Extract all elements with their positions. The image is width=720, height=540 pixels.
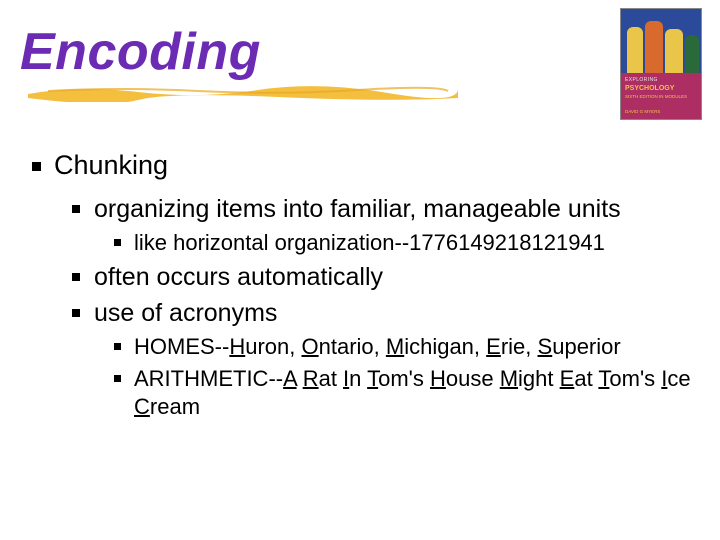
bullet-organizing: organizing items into familiar, manageab…	[72, 193, 698, 225]
bullet-text: organizing items into familiar, manageab…	[94, 195, 621, 223]
book-cover-text: EXPLORING PSYCHOLOGY SIXTH EDITION IN MO…	[621, 75, 701, 117]
slide-title: Encoding	[20, 22, 261, 82]
bullet-icon	[32, 162, 41, 171]
bullet-icon	[114, 375, 121, 382]
book-cover-art	[621, 9, 701, 73]
title-underline-brush	[28, 82, 458, 102]
bullet-homes: HOMES--Huron, Ontario, Michigan, Erie, S…	[114, 333, 698, 361]
bullet-arithmetic: ARITHMETIC--A Rat In Tom's House Might E…	[114, 365, 698, 421]
bullet-icon	[114, 239, 121, 246]
textbook-cover-thumbnail: EXPLORING PSYCHOLOGY SIXTH EDITION IN MO…	[620, 8, 702, 120]
bullet-text: often occurs automatically	[94, 263, 383, 291]
bullet-text: like horizontal organization--1776149218…	[134, 230, 605, 255]
bullet-text: use of acronyms	[94, 299, 277, 327]
bullet-horizontal-org: like horizontal organization--1776149218…	[114, 229, 698, 257]
bullet-chunking: Chunking	[32, 150, 698, 181]
bullet-acronyms: use of acronyms	[72, 297, 698, 329]
bullet-icon	[72, 205, 80, 213]
bullet-icon	[72, 273, 80, 281]
bullet-icon	[72, 309, 80, 317]
bullet-text: HOMES--Huron, Ontario, Michigan, Erie, S…	[134, 334, 621, 359]
bullet-icon	[114, 343, 121, 350]
bullet-text: Chunking	[54, 150, 168, 180]
slide-content: Chunking organizing items into familiar,…	[32, 150, 698, 426]
bullet-text: ARITHMETIC--A Rat In Tom's House Might E…	[134, 366, 691, 419]
bullet-automatically: often occurs automatically	[72, 261, 698, 293]
